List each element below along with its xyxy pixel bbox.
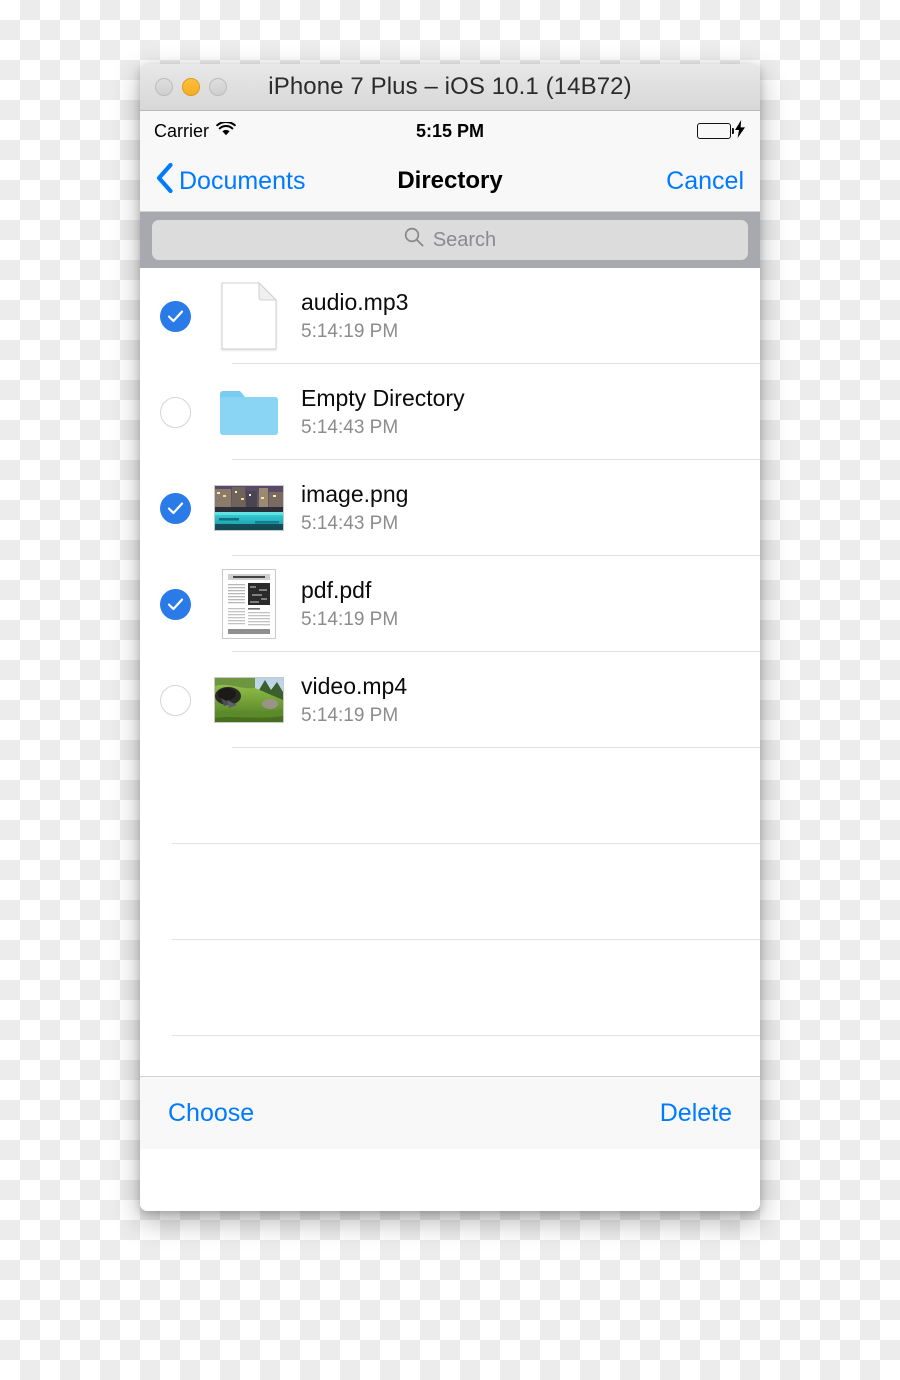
choose-button[interactable]: Choose bbox=[168, 1099, 254, 1128]
back-button[interactable]: Documents bbox=[156, 162, 306, 200]
status-bar-right bbox=[697, 119, 746, 143]
navigation-bar: Documents Directory Cancel bbox=[140, 151, 760, 212]
empty-row bbox=[140, 1036, 760, 1076]
file-timestamp: 5:14:19 PM bbox=[301, 321, 399, 342]
file-name: video.mp4 bbox=[301, 673, 408, 699]
row-checkbox-checked[interactable] bbox=[160, 588, 191, 620]
bottom-toolbar: Choose Delete bbox=[140, 1076, 760, 1149]
zoom-button[interactable] bbox=[209, 78, 227, 96]
cancel-button[interactable]: Cancel bbox=[666, 167, 744, 196]
row-text: Empty Directory 5:14:43 PM bbox=[301, 385, 465, 439]
photo-thumbnail bbox=[213, 472, 285, 544]
table-row[interactable]: pdf.pdf 5:14:19 PM bbox=[140, 556, 760, 652]
window-title: iPhone 7 Plus – iOS 10.1 (14B72) bbox=[268, 73, 632, 100]
file-timestamp: 5:14:43 PM bbox=[301, 417, 399, 438]
search-placeholder: Search bbox=[432, 228, 497, 251]
search-input[interactable]: Search bbox=[152, 220, 748, 260]
generic-document-icon bbox=[213, 280, 285, 352]
back-button-label: Documents bbox=[179, 166, 306, 195]
file-name: Empty Directory bbox=[301, 385, 465, 411]
empty-row bbox=[140, 844, 760, 940]
pdf-page-thumbnail bbox=[213, 568, 285, 640]
minimize-button[interactable] bbox=[182, 78, 200, 96]
file-name: audio.mp3 bbox=[301, 289, 409, 315]
row-checkbox-checked[interactable] bbox=[160, 300, 191, 332]
row-checkbox-unchecked[interactable] bbox=[160, 684, 191, 716]
ios-status-bar: Carrier 5:15 PM bbox=[140, 111, 760, 151]
row-text: audio.mp3 5:14:19 PM bbox=[301, 289, 408, 343]
row-text: image.png 5:14:43 PM bbox=[301, 481, 408, 535]
empty-row bbox=[140, 940, 760, 1036]
row-checkbox-unchecked[interactable] bbox=[160, 396, 191, 428]
simulator-window: iPhone 7 Plus – iOS 10.1 (14B72) Carrier… bbox=[140, 64, 760, 1211]
file-timestamp: 5:14:43 PM bbox=[301, 513, 399, 534]
row-checkbox-checked[interactable] bbox=[160, 492, 191, 524]
video-thumbnail bbox=[213, 664, 285, 736]
window-titlebar: iPhone 7 Plus – iOS 10.1 (14B72) bbox=[140, 64, 760, 111]
file-name: image.png bbox=[301, 481, 409, 507]
table-row[interactable]: image.png 5:14:43 PM bbox=[140, 460, 760, 556]
file-timestamp: 5:14:19 PM bbox=[301, 705, 399, 726]
file-timestamp: 5:14:19 PM bbox=[301, 609, 399, 630]
file-name: pdf.pdf bbox=[301, 577, 372, 603]
file-list[interactable]: audio.mp3 5:14:19 PM Empty Directory 5:1… bbox=[140, 268, 760, 1076]
row-text: video.mp4 5:14:19 PM bbox=[301, 673, 407, 727]
empty-row bbox=[140, 748, 760, 844]
close-button[interactable] bbox=[155, 78, 173, 96]
status-bar-time: 5:15 PM bbox=[415, 120, 485, 141]
lightning-bolt-icon bbox=[734, 119, 746, 143]
battery-icon bbox=[697, 123, 734, 139]
chevron-left-icon bbox=[156, 162, 173, 200]
table-row[interactable]: video.mp4 5:14:19 PM bbox=[140, 652, 760, 748]
delete-button[interactable]: Delete bbox=[660, 1099, 732, 1128]
folder-icon bbox=[213, 376, 285, 448]
table-row[interactable]: Empty Directory 5:14:43 PM bbox=[140, 364, 760, 460]
row-text: pdf.pdf 5:14:19 PM bbox=[301, 577, 398, 631]
table-row[interactable]: audio.mp3 5:14:19 PM bbox=[140, 268, 760, 364]
search-icon bbox=[404, 227, 424, 253]
window-traffic-lights bbox=[155, 78, 227, 96]
search-bar-container: Search bbox=[140, 212, 760, 268]
